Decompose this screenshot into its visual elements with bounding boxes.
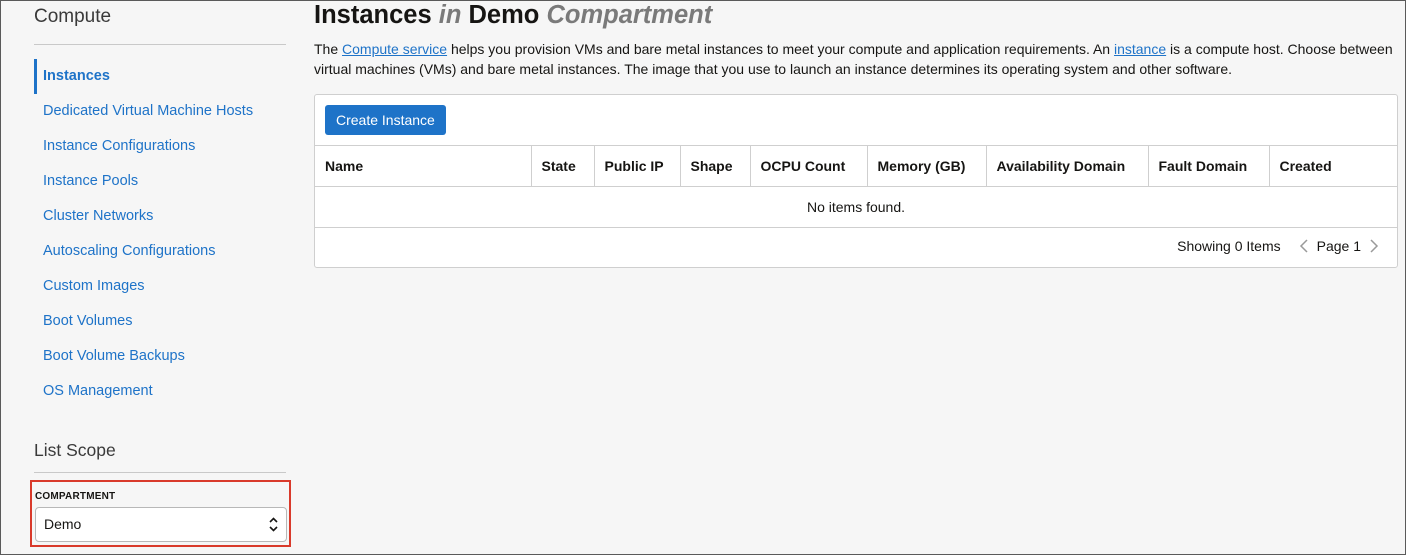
sidebar-item-instances[interactable]: Instances: [34, 59, 286, 94]
column-header-name[interactable]: Name: [315, 145, 532, 187]
sidebar-item-instance-pools[interactable]: Instance Pools: [34, 164, 286, 199]
sidebar-item-dedicated-vm-hosts[interactable]: Dedicated Virtual Machine Hosts: [34, 94, 286, 129]
description-text: helps you provision VMs and bare metal i…: [447, 41, 1114, 57]
table-header-row: Name State Public IP Shape OCPU Count Me…: [315, 145, 1397, 187]
chevron-up-down-icon: [269, 517, 278, 532]
page-title-in: in: [438, 1, 462, 29]
column-header-ocpu-count[interactable]: OCPU Count: [750, 145, 868, 187]
sidebar-item-custom-images[interactable]: Custom Images: [34, 269, 286, 304]
sidebar-item-boot-volume-backups[interactable]: Boot Volume Backups: [34, 339, 286, 374]
pagination: Showing 0 Items Page 1: [1177, 236, 1387, 256]
sidebar-title: Compute: [34, 6, 112, 27]
column-header-availability-domain[interactable]: Availability Domain: [986, 145, 1149, 187]
sidebar-item-os-management[interactable]: OS Management: [34, 374, 286, 409]
compartment-highlight: COMPARTMENT Demo: [30, 480, 291, 547]
column-header-state[interactable]: State: [531, 145, 595, 187]
page-title-compartment-name: Demo: [468, 1, 540, 29]
empty-table-message: No items found.: [315, 186, 1397, 228]
column-header-memory[interactable]: Memory (GB): [867, 145, 987, 187]
sidebar-divider: [34, 44, 286, 45]
compartment-label: COMPARTMENT: [35, 491, 116, 502]
sidebar-item-instance-configurations[interactable]: Instance Configurations: [34, 129, 286, 164]
compartment-select-value: Demo: [44, 516, 82, 532]
sidebar-item-cluster-networks[interactable]: Cluster Networks: [34, 199, 286, 234]
compartment-select[interactable]: Demo: [35, 507, 287, 542]
create-instance-button[interactable]: Create Instance: [325, 105, 446, 135]
instances-table: Name State Public IP Shape OCPU Count Me…: [315, 145, 1397, 228]
instances-panel: Create Instance Name State Public IP Sha…: [314, 94, 1398, 268]
column-header-shape[interactable]: Shape: [680, 145, 751, 187]
instance-link[interactable]: instance: [1114, 41, 1166, 57]
item-count: Showing 0 Items: [1177, 238, 1281, 254]
column-header-created[interactable]: Created: [1269, 145, 1397, 187]
sidebar-item-boot-volumes[interactable]: Boot Volumes: [34, 304, 286, 339]
page-description: The Compute service helps you provision …: [314, 39, 1399, 79]
sidebar: Compute Instances Dedicated Virtual Mach…: [1, 1, 299, 554]
sidebar-item-autoscaling-configurations[interactable]: Autoscaling Configurations: [34, 234, 286, 269]
page-title-resource: Instances: [314, 1, 432, 29]
compute-service-link[interactable]: Compute service: [342, 41, 447, 57]
list-scope-divider: [34, 472, 286, 473]
column-header-fault-domain[interactable]: Fault Domain: [1148, 145, 1270, 187]
page-title-compartment-word: Compartment: [546, 1, 713, 29]
page-number: Page 1: [1316, 238, 1361, 254]
page-title: Instances in Demo Compartment: [314, 1, 712, 30]
description-text: The: [314, 41, 343, 57]
chevron-right-icon[interactable]: [1369, 238, 1379, 254]
column-header-public-ip[interactable]: Public IP: [594, 145, 681, 187]
table-row: No items found.: [315, 186, 1397, 228]
chevron-left-icon[interactable]: [1299, 238, 1309, 254]
sidebar-nav: Instances Dedicated Virtual Machine Host…: [34, 59, 286, 409]
list-scope-title: List Scope: [34, 440, 116, 460]
